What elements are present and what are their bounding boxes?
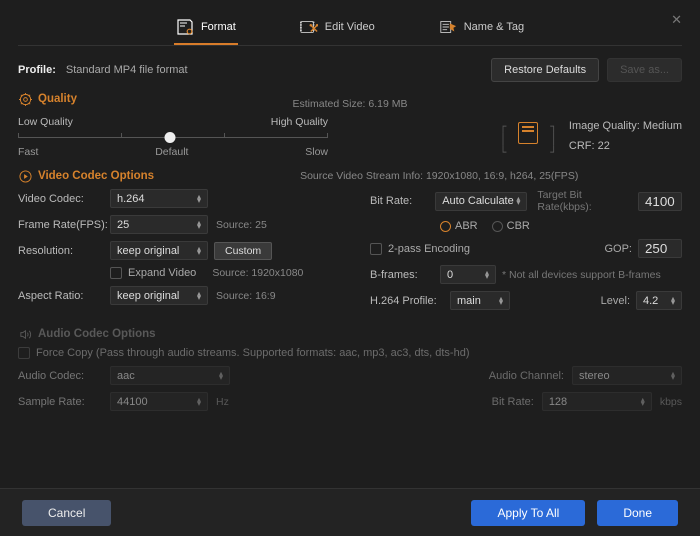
default-label: Default xyxy=(155,146,188,158)
cbr-radio[interactable] xyxy=(492,221,503,232)
bitrate-label: Bit Rate: xyxy=(370,195,435,207)
save-as-button[interactable]: Save as... xyxy=(607,58,682,82)
name-tag-icon xyxy=(439,18,457,35)
source-video-info: Source Video Stream Info: 1920x1080, 16:… xyxy=(300,170,578,182)
sample-rate-label: Sample Rate: xyxy=(18,396,110,408)
tab-edit-video[interactable]: Edit Video xyxy=(298,10,377,45)
low-quality-label: Low Quality xyxy=(18,116,73,128)
crf-label: CRF: 22 xyxy=(569,140,682,152)
fps-label: Frame Rate(FPS): xyxy=(18,219,110,231)
profile-label: Profile: xyxy=(18,64,56,76)
audio-channel-label: Audio Channel: xyxy=(489,370,564,382)
audio-bitrate-select[interactable]: 128▴▾ xyxy=(542,392,652,411)
resolution-source: Source: 1920x1080 xyxy=(212,267,303,279)
h264-profile-select[interactable]: main▴▾ xyxy=(450,291,510,310)
aspect-ratio-select[interactable]: keep original▴▾ xyxy=(110,286,208,305)
gop-input[interactable] xyxy=(638,239,682,258)
tab-edit-label: Edit Video xyxy=(325,21,375,33)
audio-options-title: Audio Codec Options xyxy=(38,328,156,340)
speaker-icon xyxy=(18,327,32,341)
bitrate-select[interactable]: Auto Calculate▴▾ xyxy=(435,192,527,211)
quality-title: Quality xyxy=(38,93,77,105)
profile-value: Standard MP4 file format xyxy=(66,64,188,76)
play-icon xyxy=(18,169,32,183)
sample-rate-select[interactable]: 44100▴▾ xyxy=(110,392,208,411)
done-button[interactable]: Done xyxy=(597,500,678,526)
apply-to-all-button[interactable]: Apply To All xyxy=(471,500,585,526)
force-copy-label: Force Copy (Pass through audio streams. … xyxy=(36,347,469,359)
restore-defaults-button[interactable]: Restore Defaults xyxy=(491,58,599,82)
quality-slider[interactable] xyxy=(18,130,328,144)
bframes-note: * Not all devices support B-frames xyxy=(502,269,661,281)
tab-bar: Format Edit Video Name & Tag xyxy=(18,10,682,46)
aspect-ratio-source: Source: 16:9 xyxy=(216,290,276,302)
image-quality-label: Image Quality: Medium xyxy=(569,120,682,132)
audio-codec-select[interactable]: aac▴▾ xyxy=(110,366,230,385)
tab-format-label: Format xyxy=(201,21,236,33)
high-quality-label: High Quality xyxy=(271,116,328,128)
two-pass-checkbox[interactable] xyxy=(370,243,382,255)
h264-profile-label: H.264 Profile: xyxy=(370,295,450,307)
video-codec-select[interactable]: h.264▴▾ xyxy=(110,189,208,208)
bframes-label: B-frames: xyxy=(370,269,440,281)
fast-label: Fast xyxy=(18,146,38,158)
tab-format[interactable]: Format xyxy=(174,10,238,45)
abr-radio[interactable] xyxy=(440,221,451,232)
tab-name-label: Name & Tag xyxy=(464,21,524,33)
two-pass-label: 2-pass Encoding xyxy=(388,243,470,255)
audio-bitrate-unit: kbps xyxy=(660,396,682,408)
resolution-select[interactable]: keep original▴▾ xyxy=(110,241,208,260)
slow-label: Slow xyxy=(305,146,328,158)
close-icon[interactable]: ✕ xyxy=(671,12,682,28)
tab-name-tag[interactable]: Name & Tag xyxy=(437,10,526,45)
expand-video-checkbox[interactable] xyxy=(110,267,122,279)
fps-source: Source: 25 xyxy=(216,219,267,231)
resolution-label: Resolution: xyxy=(18,245,110,257)
audio-bitrate-label: Bit Rate: xyxy=(492,396,534,408)
sample-rate-unit: Hz xyxy=(216,396,229,408)
audio-channel-select[interactable]: stereo▴▾ xyxy=(572,366,682,385)
target-bitrate-input[interactable] xyxy=(638,192,682,211)
level-select[interactable]: 4.2▴▾ xyxy=(636,291,682,310)
estimated-size: Estimated Size: 6.19 MB xyxy=(18,98,682,110)
target-bitrate-label: Target Bit Rate(kbps): xyxy=(537,189,632,213)
page-icon xyxy=(518,122,538,144)
edit-video-icon xyxy=(300,18,318,35)
expand-video-label: Expand Video xyxy=(128,267,196,279)
aspect-ratio-label: Aspect Ratio: xyxy=(18,290,110,302)
bframes-select[interactable]: 0▴▾ xyxy=(440,265,496,284)
gear-icon xyxy=(18,92,32,106)
video-options-title: Video Codec Options xyxy=(38,170,154,182)
custom-resolution-button[interactable]: Custom xyxy=(214,242,272,260)
level-label: Level: xyxy=(601,295,630,307)
cancel-button[interactable]: Cancel xyxy=(22,500,111,526)
fps-select[interactable]: 25▴▾ xyxy=(110,215,208,234)
audio-codec-label: Audio Codec: xyxy=(18,370,110,382)
video-codec-label: Video Codec: xyxy=(18,193,110,205)
format-icon xyxy=(176,18,194,35)
gop-label: GOP: xyxy=(604,243,632,255)
force-copy-checkbox[interactable] xyxy=(18,347,30,359)
